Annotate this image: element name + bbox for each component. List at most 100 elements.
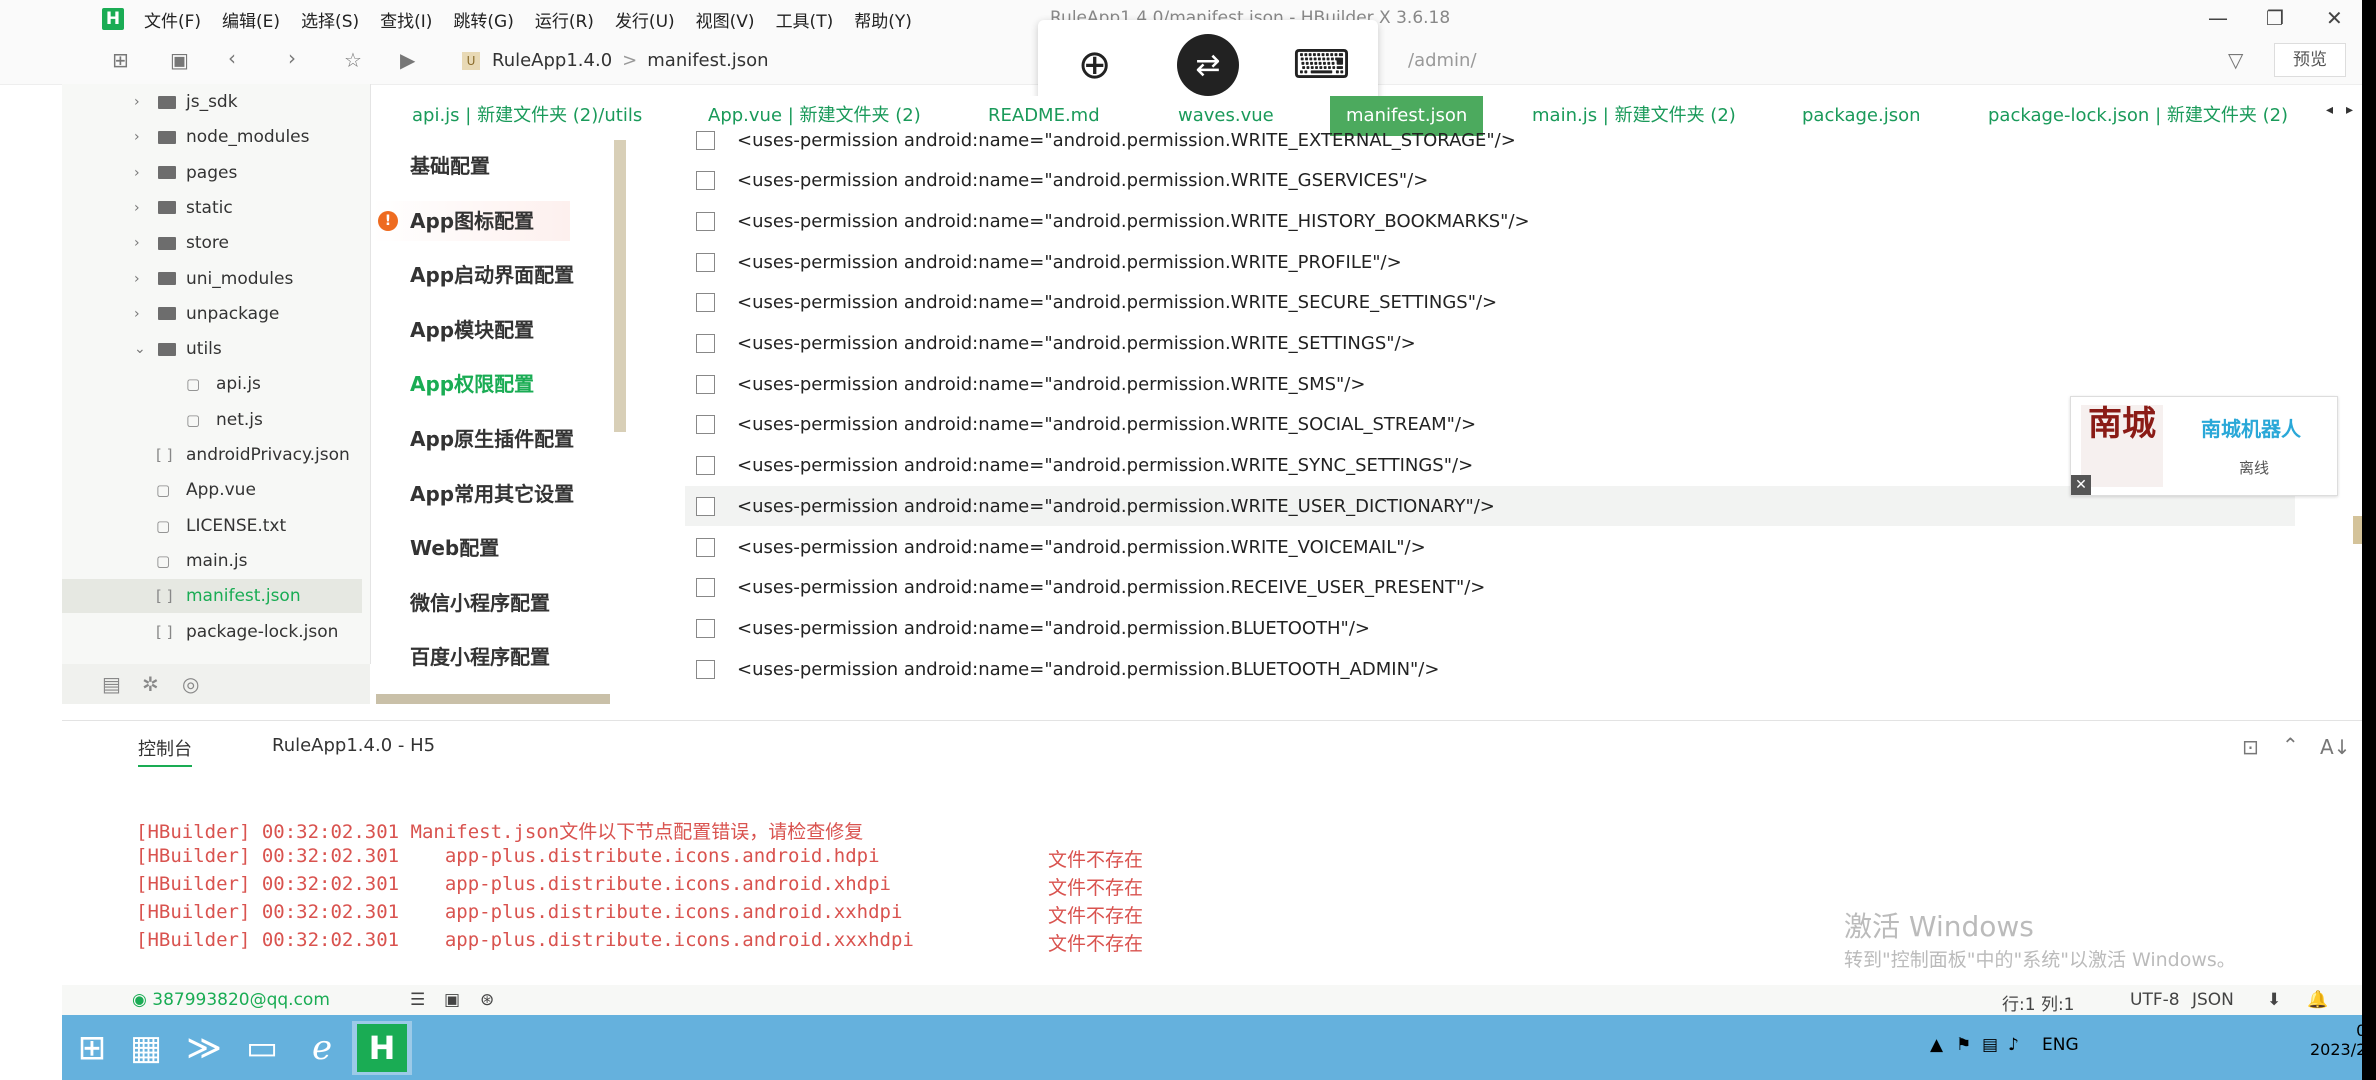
tree-item[interactable]: ▢ LICENSE.txt (62, 509, 362, 543)
permission-row[interactable]: <uses-permission android:name="android.p… (685, 324, 2295, 364)
permission-checkbox[interactable] (696, 496, 715, 516)
permission-checkbox[interactable] (696, 659, 715, 679)
permission-checkbox[interactable] (696, 130, 715, 150)
encoding[interactable]: UTF-8 (2130, 990, 2180, 1010)
manifest-nav-item[interactable]: App原生插件配置 (410, 419, 574, 459)
maximize-icon[interactable]: ❐ (2266, 6, 2284, 30)
chevron-right-icon[interactable]: › (134, 129, 152, 145)
permission-row[interactable]: <uses-permission android:name="android.p… (685, 242, 2295, 282)
menu-item[interactable]: 查找(I) (380, 7, 432, 32)
server-manager-icon[interactable]: ▦ (116, 1021, 176, 1075)
filter-icon[interactable]: ▽ (2228, 48, 2243, 72)
tree-item[interactable]: [ ] manifest.json (62, 579, 362, 614)
permission-row[interactable]: <uses-permission android:name="android.p… (685, 201, 2295, 241)
manifest-nav-item[interactable]: ! App图标配置 (372, 200, 570, 241)
tray-network-icon[interactable]: ▤ (1982, 1035, 1998, 1055)
tree-item[interactable]: ▢ api.js (62, 367, 362, 401)
manifest-nav-item[interactable]: App权限配置 (410, 364, 534, 404)
ie-icon[interactable]: ℯ (292, 1021, 352, 1075)
permission-checkbox[interactable] (696, 578, 715, 598)
save-icon[interactable]: ▣ (170, 48, 189, 72)
permission-row[interactable]: <uses-permission android:name="android.p… (685, 120, 2295, 160)
tree-item[interactable]: › unpackage (62, 297, 362, 331)
permission-checkbox[interactable] (696, 415, 715, 435)
hbuilder-task[interactable]: H (352, 1021, 412, 1075)
tray-volume-icon[interactable]: ♪ (2008, 1035, 2019, 1055)
tray-flag-icon[interactable]: ⚑ (1956, 1035, 1971, 1055)
chevron-right-icon[interactable]: › (134, 235, 152, 251)
permission-checkbox[interactable] (696, 211, 715, 231)
permission-row[interactable]: <uses-permission android:name="android.p… (685, 608, 2295, 648)
chevron-up-icon[interactable]: ⌃ (2282, 733, 2299, 757)
manifest-nav-item[interactable]: Web配置 (410, 528, 499, 568)
permission-checkbox[interactable] (696, 334, 715, 353)
tree-item[interactable]: [ ] androidPrivacy.json (62, 438, 362, 472)
permission-row[interactable]: <uses-permission android:name="android.p… (685, 364, 2295, 404)
breadcrumb-file[interactable]: manifest.json (647, 50, 768, 71)
language-mode[interactable]: JSON (2192, 990, 2234, 1010)
menu-item[interactable]: 选择(S) (301, 7, 359, 32)
tree-item[interactable]: › node_modules (62, 120, 362, 154)
tray-lang[interactable]: ENG (2042, 1035, 2079, 1055)
permission-row[interactable]: <uses-permission android:name="android.p… (685, 161, 2295, 201)
permission-checkbox[interactable] (696, 537, 715, 557)
files-icon[interactable]: ▤ (102, 672, 121, 696)
start-icon[interactable]: ⊞ (62, 1021, 122, 1075)
permission-checkbox[interactable] (696, 293, 715, 313)
debug-icon[interactable]: ✲ (142, 672, 159, 696)
run-icon[interactable]: ▶ (400, 48, 415, 72)
menu-item[interactable]: 帮助(Y) (854, 7, 912, 32)
close-icon[interactable]: ✕ (2326, 6, 2343, 30)
tab-console[interactable]: 控制台 (138, 735, 192, 767)
menu-item[interactable]: 编辑(E) (222, 7, 280, 32)
account-link[interactable]: ◉ 387993820@qq.com (132, 990, 330, 1010)
permission-row[interactable]: <uses-permission android:name="android.p… (685, 486, 2295, 527)
menu-item[interactable]: 文件(F) (144, 7, 201, 32)
widget-close-icon[interactable]: ✕ (2071, 475, 2091, 495)
tab-run[interactable]: RuleApp1.4.0 - H5 (272, 735, 435, 756)
zoom-in-icon[interactable]: ⊕ (1064, 34, 1126, 96)
permission-row[interactable]: <uses-permission android:name="android.p… (685, 283, 2295, 323)
tree-item[interactable]: [ ] package-lock.json (62, 615, 362, 649)
permission-checkbox[interactable] (696, 618, 715, 638)
new-file-icon[interactable]: ⊞ (112, 48, 129, 72)
permission-row[interactable]: <uses-permission android:name="android.p… (685, 568, 2295, 608)
tree-item[interactable]: › store (62, 226, 362, 260)
manifest-nav-item[interactable]: 微信小程序配置 (410, 583, 550, 623)
tree-item[interactable]: ▢ net.js (62, 403, 362, 437)
back-icon[interactable]: ‹ (228, 46, 236, 70)
manifest-nav-item[interactable]: 百度小程序配置 (410, 637, 550, 677)
permission-checkbox[interactable] (696, 374, 715, 394)
tray-arrow-icon[interactable]: ▲ (1930, 1035, 1943, 1055)
chevron-right-icon[interactable]: › (134, 306, 152, 322)
tree-item[interactable]: ▢ main.js (62, 544, 362, 578)
manifest-nav-item[interactable]: App模块配置 (410, 310, 534, 350)
permission-row[interactable]: <uses-permission android:name="android.p… (685, 527, 2295, 567)
breadcrumb[interactable]: U RuleApp1.4.0 > manifest.json (462, 50, 769, 71)
permission-row[interactable]: <uses-permission android:name="android.p… (685, 649, 2295, 689)
tree-item[interactable]: › uni_modules (62, 262, 362, 296)
terminal-icon[interactable]: ▣ (444, 990, 460, 1010)
tab-0[interactable]: api.js | 新建文件夹 (2)/utils (412, 96, 642, 136)
menu-item[interactable]: 发行(U) (615, 7, 675, 32)
tree-item[interactable]: › js_sdk (62, 85, 362, 119)
tree-item[interactable]: ⌄ utils (62, 332, 362, 366)
chevron-right-icon[interactable]: › (134, 94, 152, 110)
manifest-nav-item[interactable]: 基础配置 (410, 146, 490, 186)
globe-icon[interactable]: ⊛ (480, 990, 494, 1010)
preview-button[interactable]: 预览 (2274, 43, 2346, 77)
chevron-right-icon[interactable]: › (134, 165, 152, 181)
menu-item[interactable]: 跳转(G) (453, 7, 513, 32)
breadcrumb-project[interactable]: RuleApp1.4.0 (492, 50, 612, 71)
menu-item[interactable]: 视图(V) (696, 7, 755, 32)
keyboard-icon[interactable]: ⌨ (1290, 34, 1352, 96)
chevron-down-icon[interactable]: ⌄ (134, 341, 152, 357)
robot-widget[interactable]: 南城 南城机器人 离线 ✕ (2070, 396, 2338, 496)
manifest-nav-scrollbar[interactable] (614, 140, 626, 432)
tabs-scroll-left-icon[interactable]: ◂ (2326, 102, 2333, 118)
tree-item[interactable]: › static (62, 191, 362, 225)
chevron-right-icon[interactable]: › (134, 200, 152, 216)
permission-row[interactable]: <uses-permission android:name="android.p… (685, 446, 2295, 486)
bell-icon[interactable]: 🔔 (2307, 990, 2328, 1010)
explorer-icon[interactable]: ▭ (232, 1021, 292, 1075)
